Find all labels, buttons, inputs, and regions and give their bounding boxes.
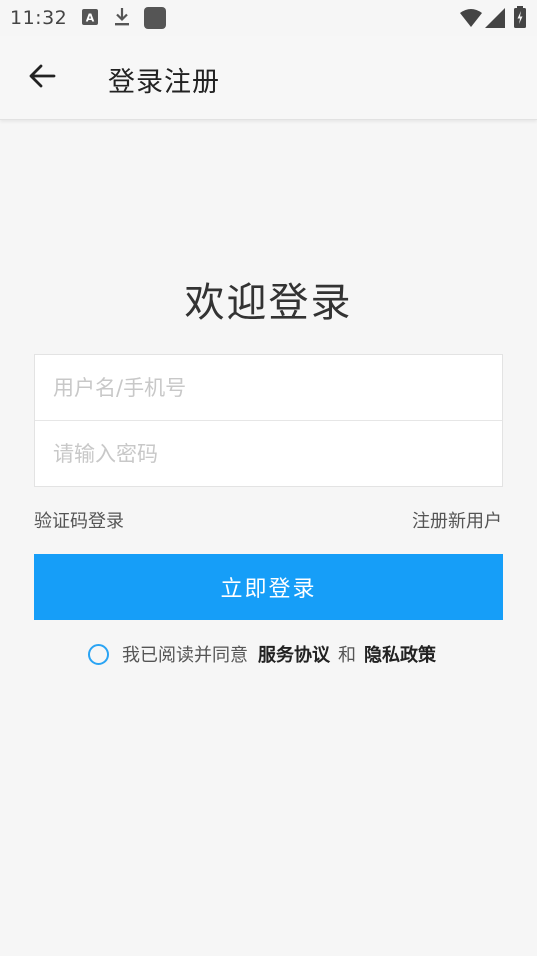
username-input[interactable]: [35, 355, 502, 420]
register-link[interactable]: 注册新用户: [412, 507, 502, 533]
download-icon: [114, 7, 130, 31]
signal-icon: [485, 8, 505, 32]
wifi-icon: [460, 9, 482, 31]
password-row: [35, 421, 502, 487]
svg-text:A: A: [86, 12, 95, 25]
page-title: 登录注册: [108, 67, 220, 98]
agreement-radio[interactable]: [88, 643, 109, 665]
service-agreement-link[interactable]: 服务协议: [258, 641, 330, 667]
login-form: [34, 354, 503, 487]
battery-icon: [514, 6, 526, 32]
username-row: [35, 355, 502, 421]
text-a-icon: A: [82, 9, 98, 29]
sms-login-link[interactable]: 验证码登录: [34, 507, 124, 533]
welcome-heading: 欢迎登录: [184, 280, 353, 326]
status-bar: 11:32 A: [0, 0, 537, 36]
login-button[interactable]: 立即登录: [34, 554, 503, 620]
app-square-icon: [144, 7, 166, 33]
arrow-left-icon: [28, 62, 56, 94]
privacy-policy-link[interactable]: 隐私政策: [364, 641, 436, 667]
status-time: 11:32: [10, 7, 68, 29]
agreement-row: 我已阅读并同意 服务协议 和 隐私政策: [88, 641, 436, 667]
agreement-and: 和: [338, 645, 356, 666]
app-bar: 登录注册: [0, 36, 537, 120]
password-input[interactable]: [35, 421, 502, 487]
agreement-prefix: 我已阅读并同意: [122, 645, 248, 666]
back-button[interactable]: [22, 58, 62, 98]
